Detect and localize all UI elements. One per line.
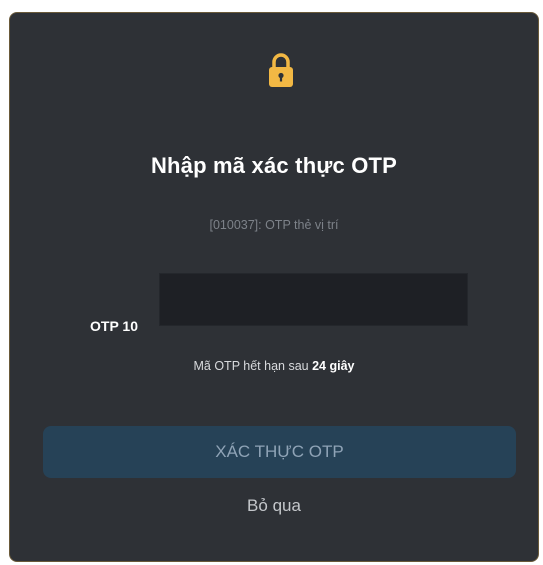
expire-seconds: 24 giây [312, 359, 355, 373]
otp-dialog: Nhập mã xác thực OTP [010037]: OTP thẻ v… [9, 12, 539, 562]
expire-prefix: Mã OTP hết hạn sau [193, 359, 309, 373]
skip-link[interactable]: Bỏ qua [10, 496, 538, 516]
dialog-subtitle: [010037]: OTP thẻ vị trí [209, 218, 339, 232]
lock-icon [269, 53, 293, 87]
verify-otp-button[interactable]: XÁC THỰC OTP [43, 426, 516, 478]
otp-field-label: OTP 10 [90, 318, 138, 334]
otp-input[interactable] [159, 273, 468, 326]
dialog-title: Nhập mã xác thực OTP [150, 153, 398, 178]
otp-expire-text: Mã OTP hết hạn sau 24 giây [10, 359, 538, 373]
